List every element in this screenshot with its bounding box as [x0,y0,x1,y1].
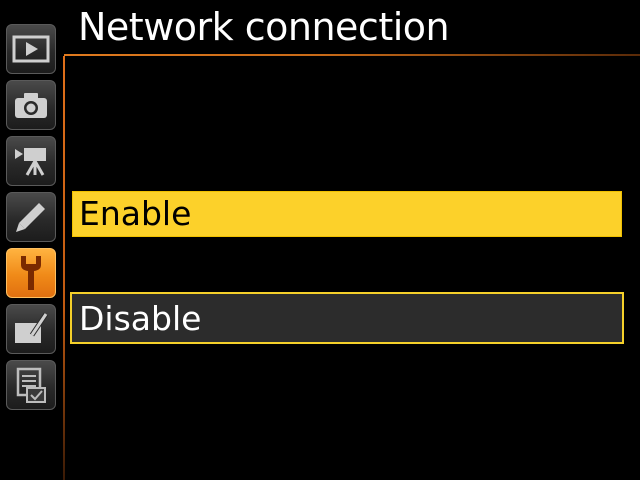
tab-custom-settings[interactable] [6,192,56,242]
option-enable[interactable]: Enable [72,191,622,237]
tab-setup[interactable] [6,248,56,298]
movie-camera-icon [11,141,51,181]
wrench-icon [11,253,51,293]
tab-movie-shooting[interactable] [6,136,56,186]
tab-retouch[interactable] [6,304,56,354]
option-label: Enable [79,194,192,233]
pencil-icon [11,197,51,237]
camera-icon [11,85,51,125]
tab-playback[interactable] [6,24,56,74]
sidebar-divider [63,56,65,480]
option-disable[interactable]: Disable [70,292,624,344]
page-title: Network connection [78,5,450,49]
retouch-brush-icon [11,309,51,349]
tab-photo-shooting[interactable] [6,80,56,130]
menu-tab-sidebar [0,0,64,480]
playback-icon [11,29,51,69]
title-underline [64,54,640,56]
tab-my-menu[interactable] [6,360,56,410]
my-menu-icon [11,365,51,405]
option-label: Disable [79,299,202,338]
